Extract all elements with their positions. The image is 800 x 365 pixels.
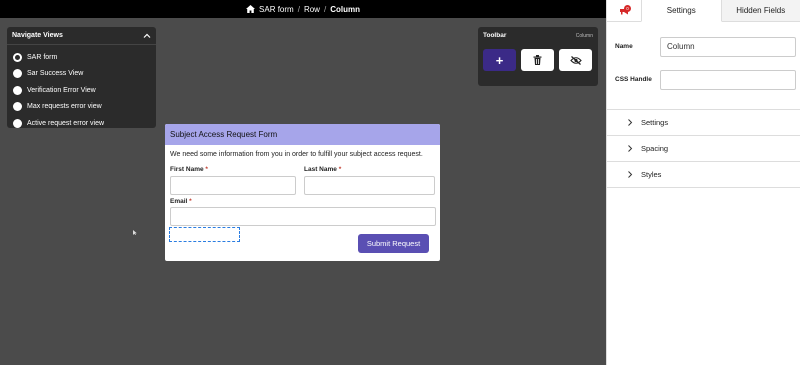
notification-badge: 0 [624,5,631,12]
name-label: Name [615,43,633,50]
navigate-views-header[interactable]: Navigate Views [7,27,156,45]
tab-settings[interactable]: Settings [641,0,722,22]
view-label: Max requests error view [27,103,102,111]
delete-button[interactable] [521,49,554,71]
name-input[interactable]: Column [660,36,796,57]
view-option-sar-form[interactable]: SAR form [7,49,156,66]
view-label: SAR form [27,53,58,61]
radio[interactable] [13,118,22,128]
section-spacing[interactable]: Spacing [607,136,800,162]
view-option-active-request-error[interactable]: Active request error view [7,115,156,128]
breadcrumb-item-column: Column [330,4,360,14]
form-intro: We need some information from you in ord… [170,151,423,158]
chevron-right-icon [628,171,633,178]
section-label: Styles [641,170,662,179]
notifications-tab[interactable]: 0 [607,0,641,21]
navigate-views-panel: Navigate Views SAR form Sar Success View… [7,27,156,128]
breadcrumb: SAR form / Row / Column [0,0,606,18]
submit-request-button[interactable]: Submit Request [358,234,429,253]
selected-column-outline[interactable] [169,227,240,242]
toolbar-context: Column [575,32,593,39]
chevron-right-icon [628,119,633,126]
settings-panel: 0 Settings Hidden Fields Name Column CSS… [606,0,800,365]
first-name-field[interactable] [170,176,296,195]
breadcrumb-item-sar-form[interactable]: SAR form [259,5,294,14]
settings-tabs: 0 Settings Hidden Fields [607,0,800,22]
radio[interactable] [13,69,22,79]
home-icon[interactable] [246,5,256,13]
section-label: Settings [641,118,669,127]
email-field[interactable] [170,207,436,226]
view-option-sar-success[interactable]: Sar Success View [7,66,156,83]
view-option-verification-error[interactable]: Verification Error View [7,82,156,99]
section-settings[interactable]: Settings [607,110,800,136]
breadcrumb-separator: / [297,4,300,14]
css-handle-label: CSS Handle [615,76,652,83]
cursor-icon [133,230,137,235]
form-card[interactable]: Subject Access Request Form We need some… [165,124,440,261]
eye-slash-icon [569,55,582,65]
last-name-label: Last Name * [304,166,342,173]
editor-canvas[interactable]: Navigate Views SAR form Sar Success View… [0,18,606,365]
radio-selected[interactable] [13,52,22,62]
toolbar-title: Toolbar [483,32,507,39]
section-styles[interactable]: Styles [607,162,800,188]
form-title: Subject Access Request Form [165,124,440,145]
view-option-max-requests-error[interactable]: Max requests error view [7,99,156,116]
section-label: Spacing [641,144,669,153]
radio[interactable] [13,85,22,95]
view-label: Verification Error View [27,86,96,94]
first-name-label: First Name * [170,166,208,173]
add-element-button[interactable]: + [483,49,516,71]
navigate-views-title: Navigate Views [12,32,63,39]
trash-icon [533,55,542,65]
toolbar-panel: Toolbar Column + [478,27,598,86]
hide-button[interactable] [559,49,592,71]
chevron-up-icon[interactable] [143,32,151,40]
css-handle-input[interactable] [660,69,796,90]
last-name-field[interactable] [304,176,435,195]
email-label: Email * [170,198,192,205]
radio[interactable] [13,102,22,112]
view-label: Sar Success View [27,70,84,78]
breadcrumb-separator: / [323,4,327,14]
views-list: SAR form Sar Success View Verification E… [7,45,156,128]
properties-group: Name Column CSS Handle [607,22,800,110]
tab-hidden-fields[interactable]: Hidden Fields [721,0,800,21]
breadcrumb-item-row[interactable]: Row [304,5,320,14]
view-label: Active request error view [27,119,105,127]
chevron-right-icon [628,145,633,152]
